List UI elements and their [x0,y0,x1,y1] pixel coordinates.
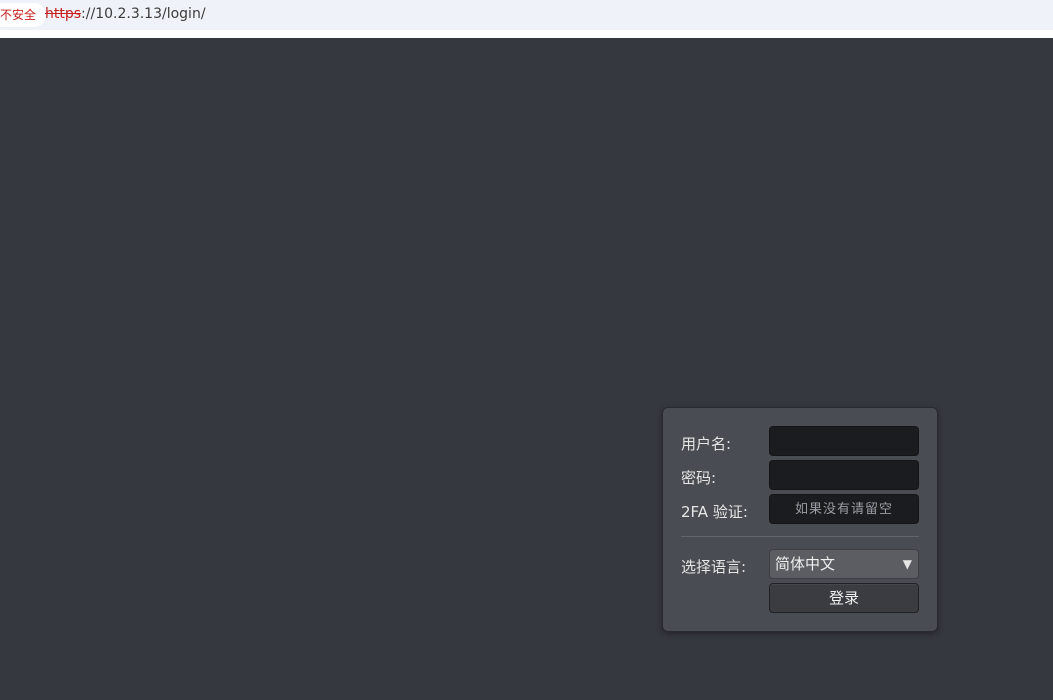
username-label: 用户名: [681,435,732,453]
url-path: ://10.2.3.13/login/ [81,6,206,22]
triangle-down-icon: ▼ [902,557,912,571]
url-field[interactable]: https://10.2.3.13/login/ [45,0,206,30]
language-label: 选择语言: [681,558,747,576]
browser-address-bar: 不安全 https://10.2.3.13/login/ [0,0,1053,30]
language-select[interactable]: 简体中文 ▼ [769,549,919,579]
panel-divider [681,536,919,537]
language-selected-value: 简体中文 [775,555,836,573]
not-secure-badge[interactable]: 不安全 [0,3,47,27]
login-button[interactable]: 登录 [769,583,919,613]
url-scheme: https [45,6,82,22]
username-input[interactable] [769,426,919,456]
password-input[interactable] [769,460,919,490]
twofa-input[interactable] [769,494,919,524]
twofa-label: 2FA 验证: [681,503,748,521]
login-panel: 用户名: 密码: 2FA 验证: 选择语言: 简体中文 ▼ 登录 [662,407,938,632]
password-label: 密码: [681,469,717,487]
browser-divider [0,30,1053,38]
